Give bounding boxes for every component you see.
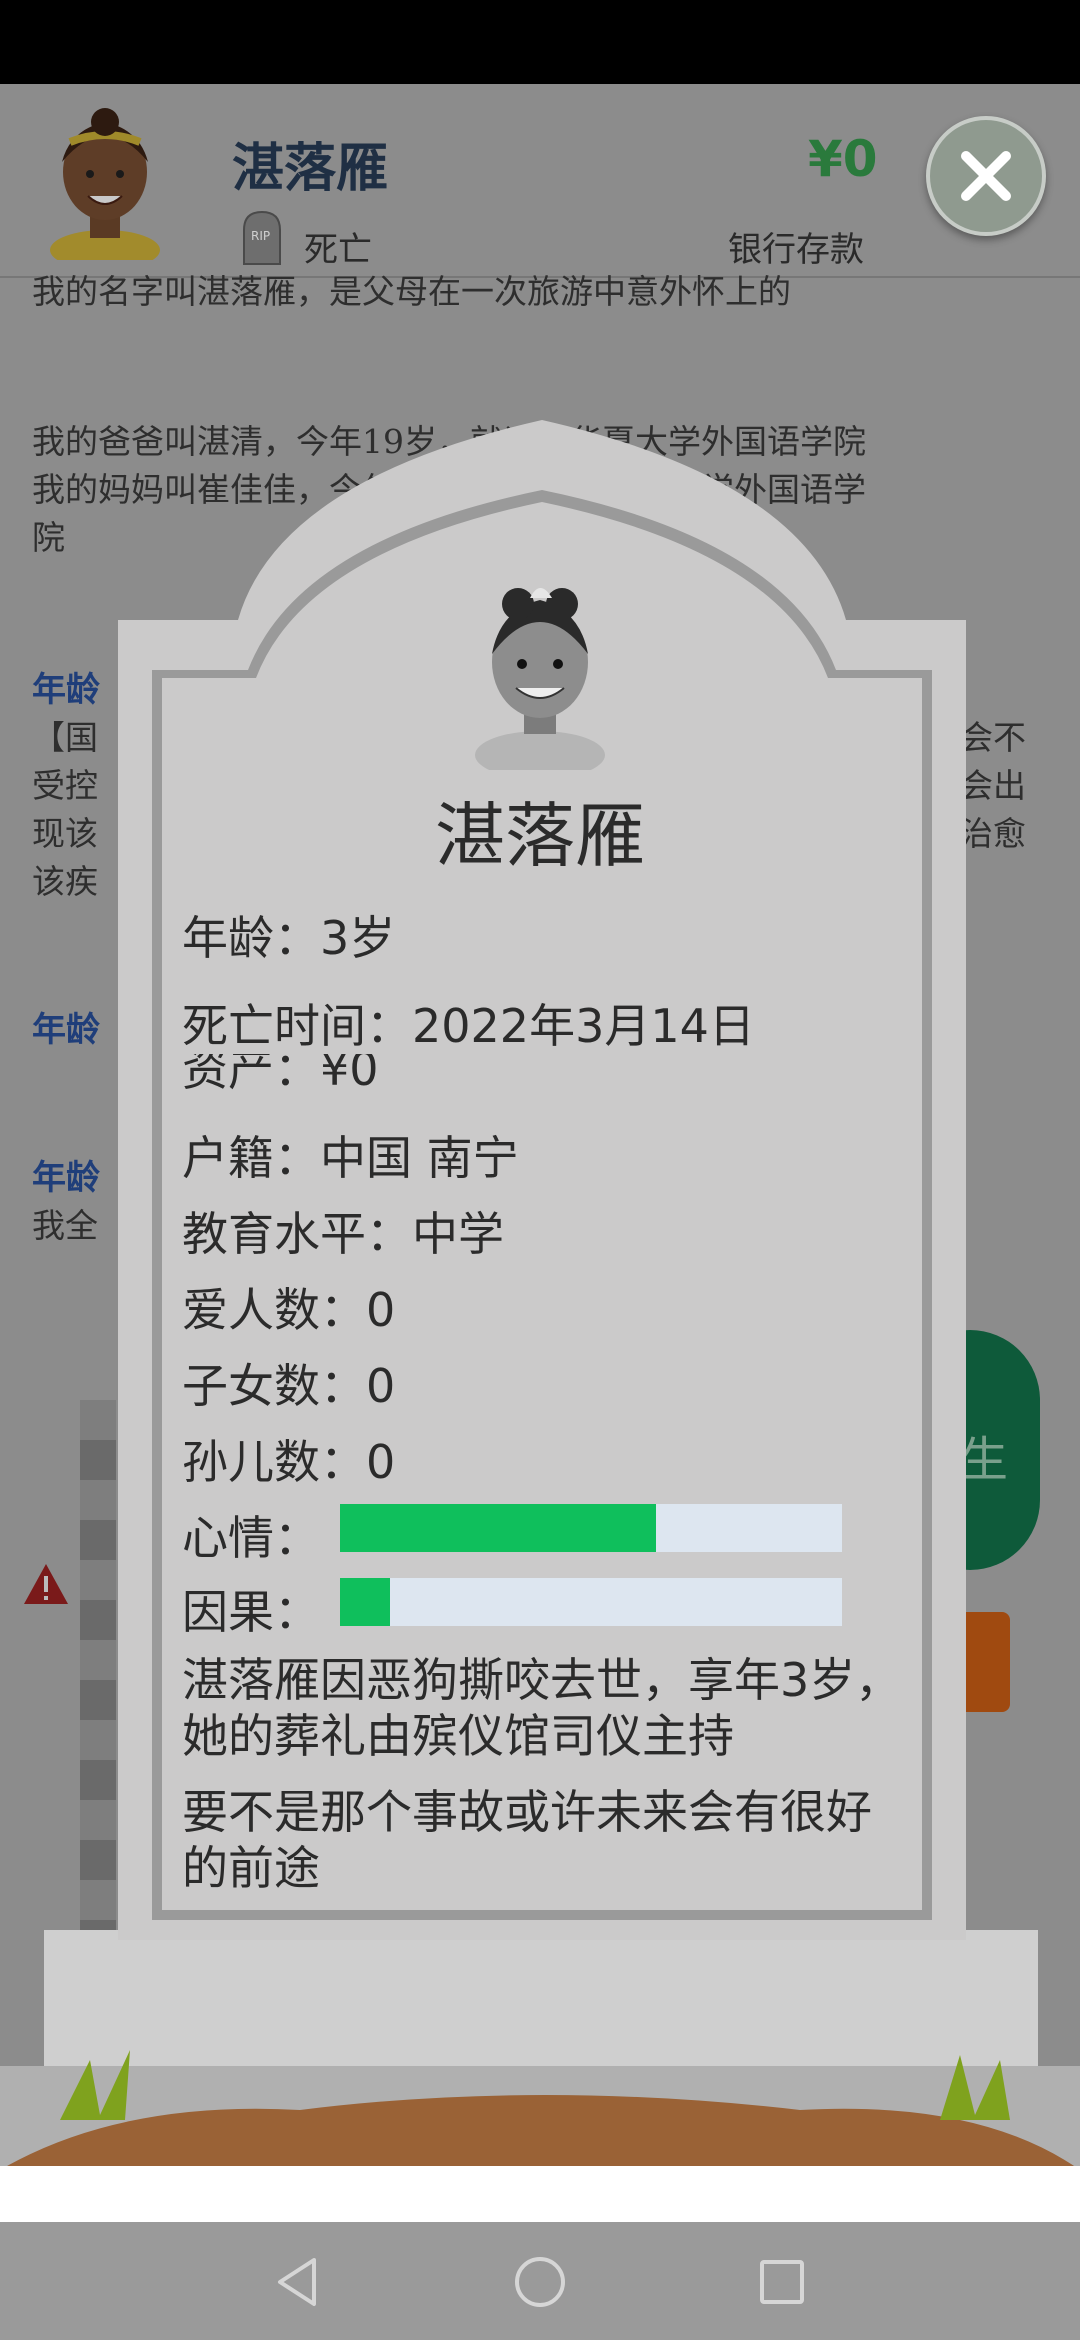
- mood-label: 心情：: [182, 1511, 320, 1565]
- avatar: [50, 108, 160, 260]
- story-line: 我的名字叫湛落雁，是父母在一次旅游中意外怀上的: [32, 272, 791, 311]
- deceased-avatar: [475, 588, 605, 770]
- profile-name: 湛落雁: [232, 139, 389, 199]
- age-info: 年龄：3岁: [182, 911, 396, 965]
- story-line: 会不: [960, 718, 1026, 757]
- bank-balance: ¥0: [808, 130, 878, 188]
- back-icon[interactable]: [270, 2254, 326, 2310]
- warning-icon: [24, 1564, 68, 1604]
- soil-decoration: [0, 2050, 1080, 2170]
- story-line: 我全: [32, 1206, 98, 1245]
- story-line: 【国: [32, 718, 98, 757]
- hometown-info: 户籍：中国 南宁: [182, 1131, 519, 1185]
- children-count: 子女数：0: [182, 1359, 396, 1413]
- story-age-heading: 年龄: [32, 1158, 100, 1198]
- rebirth-button-label: 生: [960, 1432, 1009, 1488]
- grandchildren-count: 孙儿数：0: [182, 1435, 396, 1489]
- story-age-heading: 年龄: [32, 1010, 100, 1050]
- mood-bar-fill: [340, 1504, 657, 1552]
- tombstone-name: 湛落雁: [435, 795, 645, 877]
- close-button[interactable]: [926, 116, 1046, 236]
- bottom-strip: [0, 2166, 1080, 2222]
- close-icon: [961, 151, 1011, 201]
- home-icon[interactable]: [512, 2254, 568, 2310]
- svg-text:RIP: RIP: [251, 229, 270, 243]
- bank-balance-label: 银行存款: [728, 230, 864, 270]
- epitaph-cause: 湛落雁因恶狗撕咬去世，享年3岁，她的葬礼由殡仪馆司仪主持: [182, 1653, 902, 1763]
- karma-bar: [340, 1578, 842, 1626]
- karma-bar-fill: [340, 1578, 391, 1626]
- death-time-info: 死亡时间：2022年3月14日: [182, 999, 755, 1053]
- system-nav-bar: [0, 2222, 1080, 2340]
- karma-label: 因果：: [182, 1585, 320, 1639]
- recents-icon[interactable]: [754, 2254, 810, 2310]
- life-status: 死亡: [304, 230, 372, 270]
- status-bar: [0, 0, 1080, 84]
- mood-bar: [340, 1504, 842, 1552]
- story-age-heading: 年龄: [32, 670, 100, 710]
- assets-info: 资产：¥0: [182, 1054, 379, 1094]
- education-info: 教育水平：中学: [182, 1207, 504, 1261]
- tombstone-icon: RIP: [243, 210, 281, 265]
- action-list-strip: [80, 1400, 116, 1940]
- epitaph-remark: 要不是那个事故或许未来会有很好的前途: [182, 1785, 872, 1895]
- lovers-count: 爱人数：0: [182, 1283, 396, 1337]
- story-line: 院: [32, 518, 65, 557]
